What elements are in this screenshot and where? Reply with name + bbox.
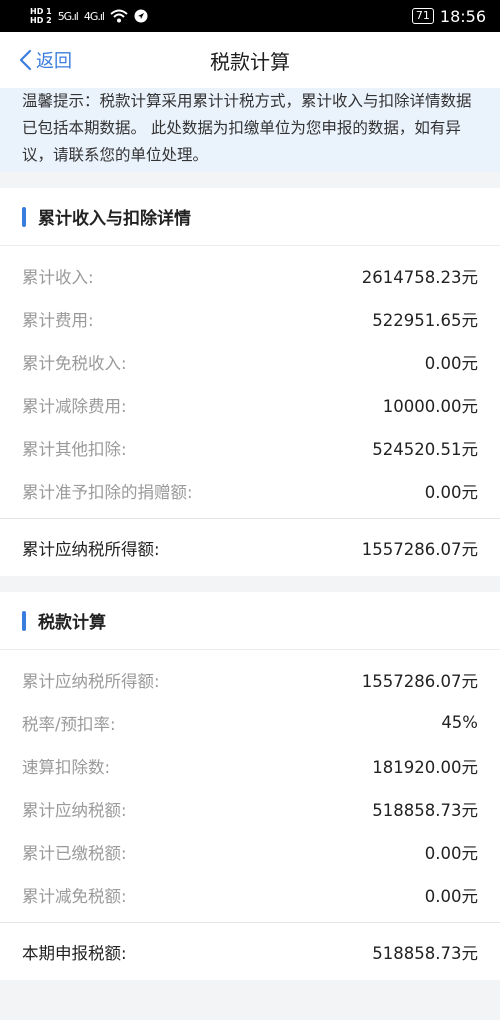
row-label: 速算扣除数:: [22, 757, 111, 777]
total-row: 本期申报税额: 518858.73元: [0, 922, 500, 980]
section-title: 累计收入与扣除详情: [38, 209, 191, 229]
row-value: 518858.73元: [372, 800, 478, 820]
chevron-left-icon: [19, 49, 32, 71]
row-label: 累计已缴税额:: [22, 843, 127, 863]
row-value: 2614758.23元: [361, 267, 478, 287]
list-item: 累计收入: 2614758.23元: [0, 254, 500, 297]
list-item: 累计免税收入: 0.00元: [0, 340, 500, 383]
row-label: 累计应纳税额:: [22, 800, 127, 820]
section-header: 税款计算: [0, 592, 500, 650]
tax-rows: 累计应纳税所得额: 1557286.07元 税率/预扣率: 45% 速算扣除数:…: [0, 650, 500, 922]
wifi-icon: [110, 9, 128, 23]
row-value: 0.00元: [424, 482, 478, 502]
row-label: 税率/预扣率:: [22, 714, 116, 734]
notice-text: 温馨提示：税款计算采用累计计税方式，累计收入与扣除详情数据已包括本期数据。 此处…: [22, 92, 472, 164]
tax-calculation-section: 税款计算 累计应纳税所得额: 1557286.07元 税率/预扣率: 45% 速…: [0, 592, 500, 980]
total-row: 累计应纳税所得额: 1557286.07元: [0, 518, 500, 576]
row-label: 累计其他扣除:: [22, 439, 127, 459]
notice-banner: 温馨提示：税款计算采用累计计税方式，累计收入与扣除详情数据已包括本期数据。 此处…: [0, 88, 500, 172]
hd2-label: HD 2: [30, 16, 52, 25]
list-item: 累计减除费用: 10000.00元: [0, 383, 500, 426]
total-value: 1557286.07元: [361, 539, 478, 559]
total-label: 本期申报税额:: [22, 943, 127, 963]
row-value: 522951.65元: [372, 310, 478, 330]
row-value: 181920.00元: [372, 757, 478, 777]
list-item: 税率/预扣率: 45%: [0, 701, 500, 744]
list-item: 累计准予扣除的捐赠额: 0.00元: [0, 469, 500, 512]
row-value: 45%: [441, 713, 478, 732]
list-item: 累计应纳税所得额: 1557286.07元: [0, 658, 500, 701]
row-label: 累计收入:: [22, 267, 94, 287]
row-label: 累计准予扣除的捐赠额:: [22, 482, 193, 502]
nav-bar: 返回 税款计算: [0, 32, 500, 88]
section-accent-bar: [22, 206, 26, 227]
total-value: 518858.73元: [372, 943, 478, 963]
section-header: 累计收入与扣除详情: [0, 188, 500, 246]
back-label: 返回: [36, 51, 72, 72]
row-value: 10000.00元: [382, 396, 478, 416]
row-value: 1557286.07元: [361, 671, 478, 691]
list-item: 累计费用: 522951.65元: [0, 297, 500, 340]
battery-icon: 71: [411, 8, 434, 24]
total-label: 累计应纳税所得额:: [22, 539, 160, 559]
status-bar: HD 1 HD 2 5G.ıl 4G.ıl 71 18:56: [0, 0, 500, 32]
list-item: 累计应纳税额: 518858.73元: [0, 787, 500, 830]
page-title: 税款计算: [210, 49, 290, 74]
status-time: 18:56: [439, 6, 486, 26]
list-item: 累计减免税额: 0.00元: [0, 873, 500, 916]
tax-calculation-page: HD 1 HD 2 5G.ıl 4G.ıl 71 18:56 返回 税款计算 温…: [0, 0, 500, 1020]
row-label: 累计应纳税所得额:: [22, 671, 160, 691]
location-arrow-icon: [134, 9, 148, 23]
row-value: 524520.51元: [372, 439, 478, 459]
signal-5g-icon: 5G.ıl: [57, 9, 79, 23]
section-title: 税款计算: [38, 613, 106, 633]
row-label: 累计减除费用:: [22, 396, 127, 416]
status-left: HD 1 HD 2 5G.ıl 4G.ıl: [30, 7, 148, 25]
status-right: 71 18:56: [411, 6, 486, 26]
hd-indicator: HD 1 HD 2: [30, 7, 52, 25]
row-value: 0.00元: [424, 843, 478, 863]
row-label: 累计免税收入:: [22, 353, 127, 373]
row-label: 累计费用:: [22, 310, 94, 330]
hd1-label: HD 1: [30, 7, 52, 16]
list-item: 累计其他扣除: 524520.51元: [0, 426, 500, 469]
back-button[interactable]: 返回: [18, 32, 72, 88]
income-rows: 累计收入: 2614758.23元 累计费用: 522951.65元 累计免税收…: [0, 246, 500, 518]
row-label: 累计减免税额:: [22, 886, 127, 906]
signal-4g-icon: 4G.ıl: [83, 9, 105, 23]
row-value: 0.00元: [424, 886, 478, 906]
income-deduction-section: 累计收入与扣除详情 累计收入: 2614758.23元 累计费用: 522951…: [0, 188, 500, 576]
list-item: 速算扣除数: 181920.00元: [0, 744, 500, 787]
row-value: 0.00元: [424, 353, 478, 373]
section-accent-bar: [22, 610, 26, 631]
list-item: 累计已缴税额: 0.00元: [0, 830, 500, 873]
